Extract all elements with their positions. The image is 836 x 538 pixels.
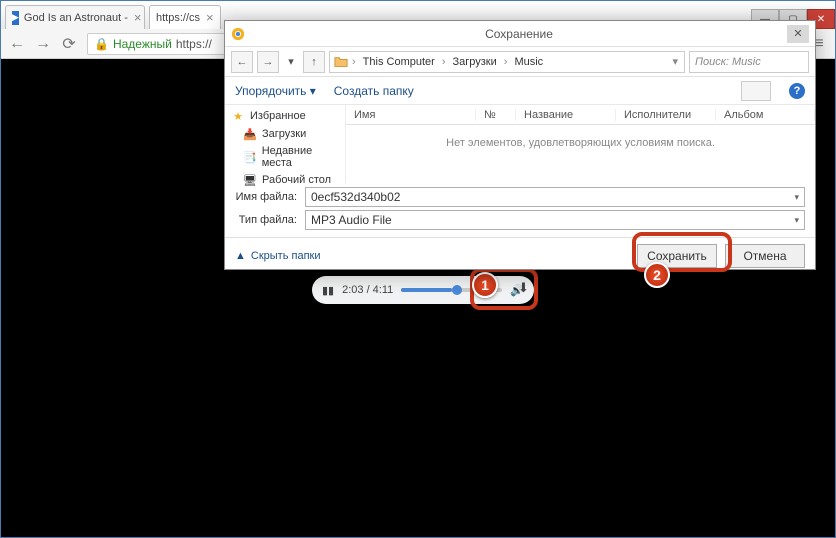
back-icon[interactable]: ← <box>9 36 25 52</box>
seek-thumb[interactable] <box>452 285 462 295</box>
forward-icon[interactable]: → <box>35 36 51 52</box>
file-list-area: Имя № Название Исполнители Альбом Нет эл… <box>345 105 815 183</box>
nav-dropdown-icon[interactable]: ▾ <box>283 51 299 73</box>
dialog-toolbar: Упорядочить ▾ Создать папку ? <box>225 77 815 105</box>
url-text: https:// <box>176 37 212 51</box>
dialog-body: ★ Избранное 📥 Загрузки 📑 Недавние места … <box>225 105 815 183</box>
dialog-sidebar: ★ Избранное 📥 Загрузки 📑 Недавние места … <box>225 105 345 183</box>
chevron-down-icon[interactable]: ▾ <box>794 192 799 203</box>
playback-time: 2:03 / 4:11 <box>342 284 393 296</box>
sidebar-label: Загрузки <box>262 128 306 140</box>
organize-button[interactable]: Упорядочить ▾ <box>235 84 316 98</box>
dialog-nav: ← → ▾ ↑ › This Computer › Загрузки › Mus… <box>225 47 815 77</box>
filetype-select[interactable]: MP3 Audio File ▾ <box>305 210 805 230</box>
empty-message: Нет элементов, удовлетворяющих условиям … <box>346 125 815 161</box>
filename-input[interactable]: 0ecf532d340b02 ▾ <box>305 187 805 207</box>
nav-back-button[interactable]: ← <box>231 51 253 73</box>
dialog-fields: Имя файла: 0ecf532d340b02 ▾ Тип файла: M… <box>225 183 815 237</box>
star-icon: ★ <box>231 109 245 123</box>
breadcrumb-sep-icon: › <box>350 56 358 68</box>
lock-icon: 🔒 <box>94 37 109 51</box>
recent-icon: 📑 <box>243 150 257 164</box>
breadcrumb-item[interactable]: This Computer <box>360 56 438 68</box>
hide-folders-label: Скрыть папки <box>251 250 321 262</box>
column-header[interactable]: Название <box>516 109 616 121</box>
cancel-button[interactable]: Отмена <box>725 244 805 268</box>
breadcrumb-item[interactable]: Music <box>511 56 546 68</box>
tab-close-icon[interactable]: × <box>206 10 214 25</box>
breadcrumb-dropdown-icon[interactable]: ▾ <box>670 55 680 68</box>
nav-up-button[interactable]: ↑ <box>303 51 325 73</box>
sidebar-label: Рабочий стол <box>262 174 331 186</box>
desktop-icon: 🖥 <box>243 173 257 187</box>
new-folder-button[interactable]: Создать папку <box>334 84 414 98</box>
tab-title: https://cs <box>156 12 200 24</box>
sidebar-item-recent[interactable]: 📑 Недавние места <box>231 143 339 171</box>
browser-tab[interactable]: ▶ God Is an Astronaut - × <box>5 5 145 29</box>
seek-fill <box>401 288 452 292</box>
folder-icon <box>334 55 348 69</box>
sidebar-favorites[interactable]: ★ Избранное <box>231 107 339 125</box>
dialog-title: Сохранение <box>251 27 787 41</box>
dialog-titlebar[interactable]: Сохранение ✕ <box>225 21 815 47</box>
chevron-down-icon[interactable]: ▾ <box>794 215 799 226</box>
view-mode-button[interactable] <box>741 81 771 101</box>
column-header[interactable]: Имя <box>346 109 476 121</box>
sidebar-label: Избранное <box>250 110 306 122</box>
filetype-value: MP3 Audio File <box>311 213 392 227</box>
help-icon[interactable]: ? <box>789 83 805 99</box>
secure-label: Надежный <box>113 37 172 51</box>
tab-title: God Is an Astronaut - <box>24 12 128 24</box>
annotation-marker-1: 1 <box>472 272 498 298</box>
breadcrumb-item[interactable]: Загрузки <box>449 56 499 68</box>
filename-label: Имя файла: <box>235 191 305 203</box>
filetype-label: Тип файла: <box>235 214 305 226</box>
browser-tab[interactable]: https://cs × <box>149 5 221 29</box>
column-header[interactable]: № <box>476 109 516 121</box>
tab-favicon-play-icon: ▶ <box>12 11 19 25</box>
chrome-icon <box>231 27 245 41</box>
downloads-icon: 📥 <box>243 127 257 141</box>
breadcrumb[interactable]: › This Computer › Загрузки › Music ▾ <box>329 51 685 73</box>
nav-forward-button[interactable]: → <box>257 51 279 73</box>
filename-value: 0ecf532d340b02 <box>311 190 400 204</box>
search-input[interactable]: Поиск: Music <box>689 51 809 73</box>
sidebar-item-downloads[interactable]: 📥 Загрузки <box>231 125 339 143</box>
chevron-up-icon: ▲ <box>235 250 246 262</box>
dialog-close-button[interactable]: ✕ <box>787 25 809 43</box>
search-placeholder: Поиск: Music <box>695 56 761 68</box>
pause-icon[interactable]: ▮▮ <box>322 284 334 297</box>
annotation-marker-2: 2 <box>644 262 670 288</box>
hide-folders-toggle[interactable]: ▲ Скрыть папки <box>235 250 320 262</box>
tab-close-icon[interactable]: × <box>134 10 142 25</box>
download-icon[interactable]: ⬇ <box>518 280 529 296</box>
reload-icon[interactable]: ⟳ <box>61 36 77 52</box>
breadcrumb-sep-icon: › <box>440 56 448 68</box>
sidebar-label: Недавние места <box>262 145 339 169</box>
file-list-headers: Имя № Название Исполнители Альбом <box>346 105 815 125</box>
column-header[interactable]: Альбом <box>716 109 815 121</box>
column-header[interactable]: Исполнители <box>616 109 716 121</box>
breadcrumb-sep-icon: › <box>502 56 510 68</box>
